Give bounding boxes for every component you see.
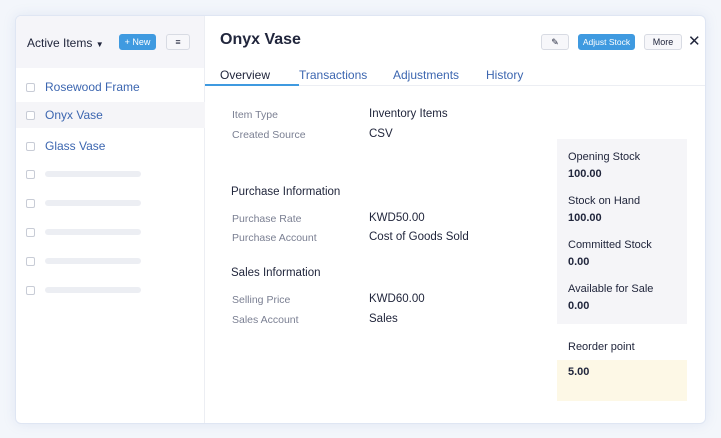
placeholder-bar — [45, 258, 141, 264]
placeholder-row — [16, 277, 205, 303]
purchase-rate-label: Purchase Rate — [232, 213, 302, 225]
tab-history[interactable]: History — [486, 68, 523, 82]
hamburger-icon: ≡ — [175, 37, 181, 47]
list-item-selected[interactable]: Onyx Vase — [16, 102, 205, 128]
page-title: Onyx Vase — [220, 31, 301, 48]
active-tab-indicator — [205, 84, 299, 86]
checkbox — [26, 198, 35, 208]
adjust-stock-button[interactable]: Adjust Stock — [578, 34, 635, 50]
placeholder-bar — [45, 229, 141, 235]
reorder-point-label: Reorder point — [568, 341, 635, 353]
item-sidebar: Active Items ▼ + New ≡ Rosewood Frame On… — [16, 16, 205, 423]
opening-stock-label: Opening Stock — [568, 151, 641, 163]
selling-price-label: Selling Price — [232, 294, 291, 306]
checkbox[interactable] — [26, 82, 35, 92]
created-source-label: Created Source — [232, 129, 306, 141]
item-name[interactable]: Onyx Vase — [45, 108, 103, 122]
placeholder-row — [16, 248, 205, 274]
sales-account-label: Sales Account — [232, 314, 299, 326]
purchase-account-value: Cost of Goods Sold — [369, 231, 469, 243]
menu-button[interactable]: ≡ — [166, 34, 190, 50]
placeholder-row — [16, 161, 205, 187]
tab-overview[interactable]: Overview — [220, 68, 270, 82]
placeholder-bar — [45, 171, 141, 177]
committed-stock-value: 0.00 — [568, 256, 590, 268]
placeholder-row — [16, 190, 205, 216]
placeholder-bar — [45, 200, 141, 206]
checkbox[interactable] — [26, 110, 35, 120]
committed-stock-label: Committed Stock — [568, 239, 652, 251]
tab-adjustments[interactable]: Adjustments — [393, 68, 459, 82]
reorder-point-value: 5.00 — [568, 366, 590, 378]
available-for-sale-label: Available for Sale — [568, 283, 654, 295]
selling-price-value: KWD60.00 — [369, 293, 425, 305]
pencil-icon: ✎ — [551, 36, 559, 47]
checkbox[interactable] — [26, 141, 35, 151]
placeholder-bar — [45, 287, 141, 293]
sidebar-header: Active Items ▼ + New ≡ — [16, 16, 204, 68]
purchase-account-label: Purchase Account — [232, 232, 317, 244]
item-detail-window: Active Items ▼ + New ≡ Rosewood Frame On… — [15, 15, 706, 424]
opening-stock-value: 100.00 — [568, 168, 602, 180]
created-source-value: CSV — [369, 128, 393, 140]
edit-button[interactable]: ✎ — [541, 34, 569, 50]
checkbox — [26, 169, 35, 179]
checkbox — [26, 285, 35, 295]
purchase-heading: Purchase Information — [231, 186, 341, 198]
item-name[interactable]: Glass Vase — [45, 139, 105, 153]
tab-transactions[interactable]: Transactions — [299, 68, 367, 82]
sales-heading: Sales Information — [231, 267, 321, 279]
active-items-dropdown[interactable]: Active Items ▼ — [27, 36, 104, 50]
list-item[interactable]: Rosewood Frame — [16, 74, 205, 100]
available-for-sale-value: 0.00 — [568, 300, 590, 312]
reorder-point-box: 5.00 — [557, 360, 687, 401]
checkbox — [26, 227, 35, 237]
list-item[interactable]: Glass Vase — [16, 133, 205, 159]
placeholder-row — [16, 219, 205, 245]
close-icon[interactable]: ✕ — [688, 32, 701, 50]
stock-on-hand-value: 100.00 — [568, 212, 602, 224]
item-type-label: Item Type — [232, 109, 278, 121]
filter-label: Active Items — [27, 36, 93, 50]
new-button[interactable]: + New — [119, 34, 156, 50]
more-button[interactable]: More — [644, 34, 682, 50]
stock-on-hand-label: Stock on Hand — [568, 195, 641, 207]
purchase-rate-value: KWD50.00 — [369, 212, 425, 224]
sales-account-value: Sales — [369, 313, 398, 325]
checkbox — [26, 256, 35, 266]
item-name[interactable]: Rosewood Frame — [45, 80, 140, 94]
item-type-value: Inventory Items — [369, 108, 448, 120]
stock-summary-panel: Opening Stock 100.00 Stock on Hand 100.0… — [557, 139, 687, 324]
caret-down-icon: ▼ — [95, 40, 104, 49]
